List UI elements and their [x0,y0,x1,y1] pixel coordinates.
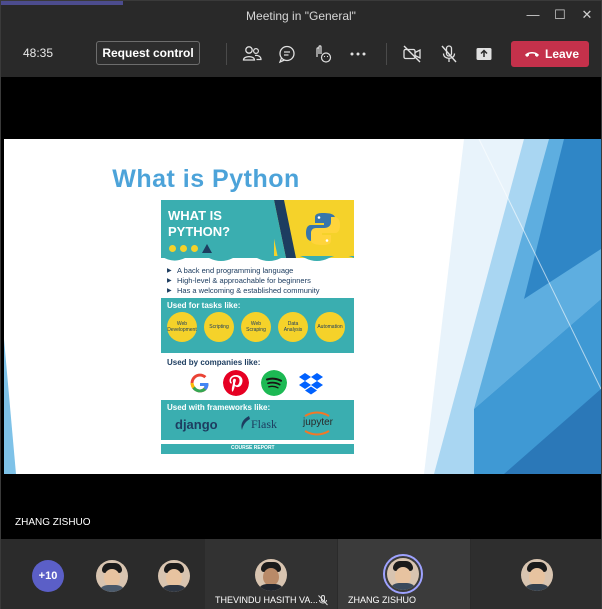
share-icon[interactable] [473,43,495,65]
slide-title: What is Python [112,165,300,193]
decor-dot [180,245,187,252]
infographic-footer: COURSE REPORT [161,444,354,454]
django-logo: django [175,417,218,432]
tasks-section: Used for tasks like: Web Development Scr… [161,298,354,353]
jupyter-arcs-icon [304,411,330,436]
more-participants-badge[interactable]: +10 [32,560,64,592]
leave-label: Leave [545,47,580,61]
more-icon[interactable] [347,43,369,65]
minimize-icon[interactable]: — [525,7,541,23]
infographic-heading: WHAT IS PYTHON? [168,208,231,239]
mic-muted-icon [318,595,328,606]
bullet-item: A back end programming language [167,266,352,276]
pinterest-logo [223,370,249,396]
participant-tile[interactable]: THEVINDU HASITH VA... [205,539,337,609]
avatar [521,559,553,591]
avatar[interactable] [158,560,190,592]
participant-tile-active-speaker[interactable]: ZHANG ZISHUO [338,539,470,609]
bullet-item: Has a welcoming & established community [167,286,352,296]
window-title: Meeting in "General" [246,9,356,23]
meeting-toolbar: 48:35 Request control Leave [1,31,601,77]
decor-dot [191,245,198,252]
google-logo [187,370,213,396]
presentation-slide: What is Python WHAT IS PYTHON? ▶ A back … [4,139,601,474]
title-bar: Meeting in "General" — ☐ ✕ [1,1,601,31]
request-control-button[interactable]: Request control [96,41,200,65]
avatar [255,559,287,591]
spotify-logo [261,370,287,396]
participant-group-tile[interactable]: +10 [1,539,204,609]
companies-label: Used by companies like: [167,358,261,367]
frameworks-label: Used with frameworks like: [167,403,271,412]
phone-hangup-icon [525,52,539,57]
python-bullets: A back end programming language High-lev… [167,266,352,296]
frameworks-section: Used with frameworks like: django Flask … [161,400,354,440]
presenter-name-label: ZHANG ZISHUO [15,517,91,528]
toolbar-divider [386,43,387,65]
tasks-label: Used for tasks like: [167,301,241,310]
python-infographic: WHAT IS PYTHON? ▶ A back end programming… [161,200,354,454]
decor-dot [169,245,176,252]
task-web-development: Web Development [167,312,197,342]
toolbar-divider [226,43,227,65]
flask-horn-icon [241,416,250,430]
wave-divider [161,256,354,261]
python-logo-icon [306,213,340,245]
course-report-label: COURSE REPORT [231,445,275,451]
participants-strip: +10 THEVINDU HASITH VA... ZHANG ZISHUO [1,539,601,609]
participant-tile[interactable] [471,539,601,609]
decor-triangle [202,244,212,253]
mic-muted-icon[interactable] [438,43,460,65]
shared-content-stage: What is Python WHAT IS PYTHON? ▶ A back … [1,77,601,539]
meeting-timer: 48:35 [23,46,54,60]
participant-name: THEVINDU HASITH VA... [215,595,318,605]
reactions-icon[interactable] [311,43,333,65]
avatar [387,558,419,590]
close-icon[interactable]: ✕ [579,7,595,23]
infographic-header: WHAT IS PYTHON? [161,200,354,258]
leave-button[interactable]: Leave [511,41,589,67]
chat-icon[interactable] [276,43,298,65]
header-stripe [266,200,296,258]
dropbox-logo [299,373,323,395]
avatar[interactable] [96,560,128,592]
flask-logo: Flask [251,417,278,431]
bullet-item: High-level & approachable for beginners [167,276,352,286]
title-accent [1,1,123,5]
camera-off-icon[interactable] [401,43,423,65]
maximize-icon[interactable]: ☐ [552,7,568,23]
task-data-analysis: Data Analysis [278,312,308,342]
teams-meeting-window: Meeting in "General" — ☐ ✕ 48:35 Request… [0,0,602,609]
task-web-scraping: Web Scraping [241,312,271,342]
task-scripting: Scripting [204,312,234,342]
participant-name: ZHANG ZISHUO [348,595,417,605]
participants-icon[interactable] [241,43,263,65]
task-automation: Automation [315,312,345,342]
